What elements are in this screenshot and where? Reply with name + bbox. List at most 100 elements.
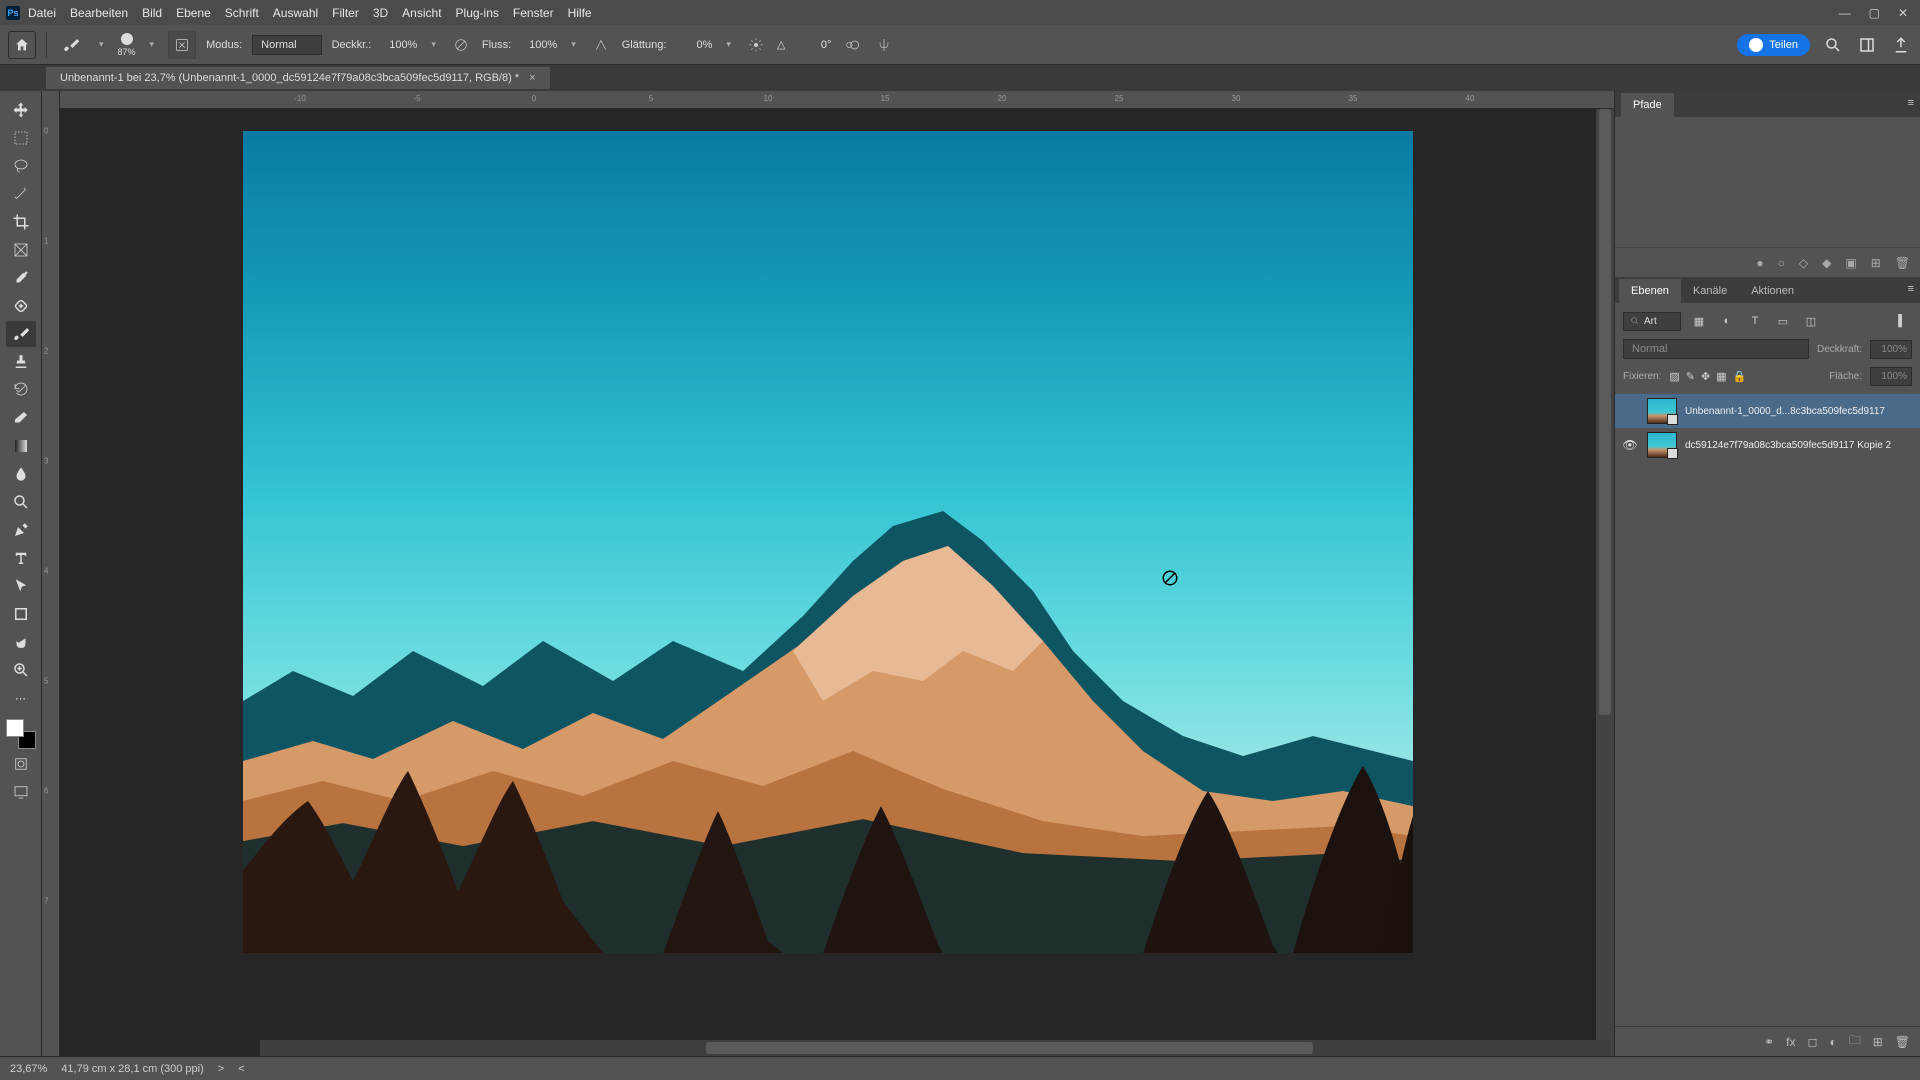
menu-plugins[interactable]: Plug-ins — [456, 6, 499, 20]
path-stroke-icon[interactable]: ○ — [1778, 256, 1785, 270]
smoothing-dropdown[interactable]: ▾ — [722, 39, 735, 50]
brush-panel-toggle[interactable] — [168, 31, 196, 59]
status-prev-icon[interactable]: > — [218, 1063, 224, 1075]
path-combine-icon[interactable]: ◆ — [1822, 256, 1831, 270]
menu-schrift[interactable]: Schrift — [225, 6, 259, 20]
layer-thumbnail[interactable] — [1647, 432, 1677, 458]
menu-fenster[interactable]: Fenster — [513, 6, 554, 20]
menu-filter[interactable]: Filter — [332, 6, 359, 20]
quickmask-tool[interactable] — [6, 751, 36, 777]
link-layers-icon[interactable]: ⚭ — [1764, 1035, 1774, 1049]
zoom-tool[interactable] — [6, 657, 36, 683]
layer-row[interactable]: 👁dc59124e7f79a08c3bca509fec5d9117 Kopie … — [1615, 428, 1920, 462]
brush-tool[interactable] — [6, 321, 36, 347]
workspace-icon[interactable] — [1856, 34, 1878, 56]
vertical-scrollbar[interactable] — [1596, 109, 1614, 1056]
tab-kanaele[interactable]: Kanäle — [1681, 279, 1739, 303]
opacity-value[interactable]: 100% — [381, 39, 417, 51]
opacity-dropdown[interactable]: ▾ — [427, 39, 440, 50]
lock-paint-icon[interactable]: ✎ — [1686, 370, 1695, 383]
menu-ansicht[interactable]: Ansicht — [402, 6, 441, 20]
status-zoom[interactable]: 23,67% — [10, 1063, 47, 1075]
tab-pfade[interactable]: Pfade — [1621, 93, 1674, 117]
frame-tool[interactable] — [6, 237, 36, 263]
layer-list[interactable]: Unbenannt-1_0000_d...8c3bca509fec5d9117 👁… — [1615, 394, 1920, 1026]
layer-name[interactable]: Unbenannt-1_0000_d...8c3bca509fec5d9117 — [1685, 406, 1914, 417]
layer-visibility-icon[interactable]: 👁 — [1621, 438, 1639, 452]
export-icon[interactable] — [1890, 34, 1912, 56]
menu-3d[interactable]: 3D — [373, 6, 388, 20]
brush-size-dropdown[interactable]: ▾ — [146, 39, 159, 50]
smoothing-options-icon[interactable] — [745, 34, 767, 56]
smoothing-value[interactable]: 0% — [676, 39, 712, 51]
filter-adjust-icon[interactable]: ◐ — [1717, 311, 1737, 331]
menu-bearbeiten[interactable]: Bearbeiten — [70, 6, 128, 20]
marquee-tool[interactable] — [6, 125, 36, 151]
filter-type-icon[interactable]: T — [1745, 311, 1765, 331]
eyedropper-tool[interactable] — [6, 265, 36, 291]
healing-tool[interactable] — [6, 293, 36, 319]
pressure-opacity-icon[interactable] — [450, 34, 472, 56]
share-button[interactable]: Teilen — [1737, 34, 1810, 56]
lasso-tool[interactable] — [6, 153, 36, 179]
layer-row[interactable]: Unbenannt-1_0000_d...8c3bca509fec5d9117 — [1615, 394, 1920, 428]
color-swatches[interactable] — [6, 719, 36, 749]
path-mask-icon[interactable]: ▣ — [1845, 256, 1856, 270]
lock-all-icon[interactable]: 🔒 — [1733, 370, 1747, 383]
filter-shape-icon[interactable]: ▭ — [1773, 311, 1793, 331]
vertical-ruler[interactable]: 01234567 — [42, 91, 60, 1056]
document-tab[interactable]: Unbenannt-1 bei 23,7% (Unbenannt-1_0000_… — [46, 67, 550, 89]
close-button[interactable]: ✕ — [1898, 6, 1908, 20]
layer-mask-icon[interactable]: ◻ — [1807, 1035, 1817, 1049]
tab-ebenen[interactable]: Ebenen — [1619, 279, 1681, 303]
adjustment-layer-icon[interactable]: ◐ — [1829, 1035, 1836, 1049]
pressure-size-icon[interactable] — [841, 34, 863, 56]
hand-tool[interactable] — [6, 629, 36, 655]
brush-size-picker[interactable]: 87% — [118, 33, 136, 57]
layer-thumbnail[interactable] — [1647, 398, 1677, 424]
minimize-button[interactable]: — — [1839, 6, 1851, 20]
canvas-viewport[interactable]: -10-50510152025303540 — [60, 91, 1614, 1056]
menu-datei[interactable]: Datei — [28, 6, 56, 20]
tool-preset-dropdown[interactable]: ▾ — [95, 39, 108, 50]
maximize-button[interactable]: ▢ — [1869, 6, 1880, 20]
crop-tool[interactable] — [6, 209, 36, 235]
menu-auswahl[interactable]: Auswahl — [273, 6, 318, 20]
status-dims[interactable]: 41,79 cm x 28,1 cm (300 ppi) — [61, 1063, 203, 1075]
lock-trans-icon[interactable]: ▨ — [1669, 370, 1679, 383]
layer-blend-select[interactable]: Normal — [1623, 339, 1809, 359]
filter-smart-icon[interactable]: ◫ — [1801, 311, 1821, 331]
horizontal-ruler[interactable]: -10-50510152025303540 — [60, 91, 1614, 109]
path-select-tool[interactable] — [6, 573, 36, 599]
horizontal-scrollbar[interactable] — [260, 1040, 1610, 1056]
filter-pixel-icon[interactable]: ▦ — [1689, 311, 1709, 331]
menu-ebene[interactable]: Ebene — [176, 6, 211, 20]
screenmode-tool[interactable] — [6, 779, 36, 805]
type-tool[interactable] — [6, 545, 36, 571]
menu-bild[interactable]: Bild — [142, 6, 162, 20]
fill-value[interactable]: 100% — [1870, 367, 1912, 386]
gradient-tool[interactable] — [6, 433, 36, 459]
eraser-tool[interactable] — [6, 405, 36, 431]
layer-fx-icon[interactable]: fx — [1786, 1035, 1795, 1049]
blend-mode-select[interactable]: Normal — [252, 35, 321, 55]
panel-menu-icon[interactable]: ≡ — [1908, 97, 1914, 109]
stamp-tool[interactable] — [6, 349, 36, 375]
history-brush-tool[interactable] — [6, 377, 36, 403]
search-icon[interactable] — [1822, 34, 1844, 56]
close-tab-icon[interactable]: × — [529, 72, 535, 84]
lock-nest-icon[interactable]: ▦ — [1716, 370, 1726, 383]
home-button[interactable] — [8, 31, 36, 59]
airbrush-icon[interactable] — [590, 34, 612, 56]
path-new-icon[interactable]: ⊞ — [1871, 256, 1881, 270]
layer-opacity-value[interactable]: 100% — [1870, 340, 1912, 359]
edit-toolbar[interactable]: ⋯ — [6, 685, 36, 711]
status-next-icon[interactable]: < — [238, 1063, 244, 1075]
flow-dropdown[interactable]: ▾ — [567, 39, 580, 50]
layer-group-icon[interactable]: 🗀 — [1849, 1031, 1861, 1052]
document-canvas[interactable] — [243, 131, 1413, 953]
path-delete-icon[interactable]: 🗑 — [1895, 256, 1910, 270]
dodge-tool[interactable] — [6, 489, 36, 515]
pen-tool[interactable] — [6, 517, 36, 543]
wand-tool[interactable] — [6, 181, 36, 207]
